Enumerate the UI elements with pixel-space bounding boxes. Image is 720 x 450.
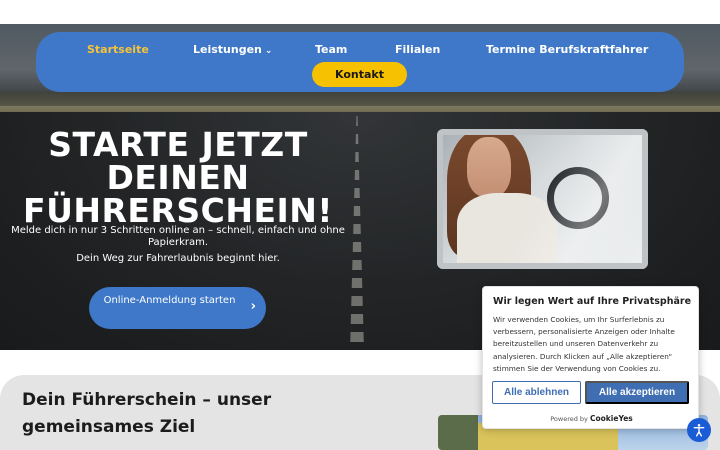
nav-item-termine-berufskraftfahrer[interactable]: Termine Berufskraftfahrer: [486, 43, 648, 56]
hero-subtitle: Melde dich in nur 3 Schritten online an …: [11, 225, 345, 248]
headline-line: FÜHRERSCHEIN!: [23, 191, 333, 230]
photo-roof: [438, 415, 478, 450]
chevron-down-icon: ⌄: [264, 46, 273, 56]
powered-prefix: Powered by: [550, 415, 588, 423]
hero-tagline: Dein Weg zur Fahrerlaubnis beginnt hier.: [76, 253, 280, 264]
cookie-title: Wir legen Wert auf Ihre Privatsphäre: [493, 296, 692, 307]
car-window-frame: [437, 129, 648, 269]
online-registration-button[interactable]: Online-Anmeldung starten ›: [89, 287, 266, 329]
cookie-consent-banner: Wir legen Wert auf Ihre Privatsphäre Wir…: [482, 286, 699, 429]
headline-line: STARTE JETZT: [48, 125, 308, 164]
nav-item-team[interactable]: Team: [315, 43, 347, 56]
hero-headline: STARTE JETZT DEINEN FÜHRERSCHEIN!: [8, 128, 348, 227]
hero-photo-driver: [437, 129, 648, 269]
accept-all-button[interactable]: Alle akzeptieren: [585, 381, 689, 404]
accessibility-icon: [693, 424, 705, 437]
nav-item-startseite[interactable]: Startseite: [87, 43, 149, 56]
cta-label: Online-Anmeldung starten: [103, 295, 236, 306]
cookieyes-logo: CookieYes: [590, 414, 633, 423]
nav-item-filialen[interactable]: Filialen: [395, 43, 440, 56]
contact-button[interactable]: Kontakt: [312, 62, 407, 87]
chevron-right-icon: ›: [250, 299, 256, 314]
main-navigation: Startseite Leistungen ⌄ Team Filialen Ter…: [36, 32, 684, 92]
nav-item-leistungen[interactable]: Leistungen ⌄: [193, 43, 272, 56]
powered-by: Powered by CookieYes: [483, 414, 700, 423]
section-title: Dein Führerschein – unser gemeinsames Zi…: [22, 390, 272, 437]
nav-item-label: Leistungen: [193, 43, 262, 56]
reject-all-button[interactable]: Alle ablehnen: [492, 381, 581, 404]
cookie-text: Wir verwenden Cookies, um Ihr Surferlebn…: [493, 315, 675, 373]
accessibility-button[interactable]: [687, 418, 711, 442]
headline-line: DEINEN: [106, 158, 250, 197]
top-strip: [0, 0, 720, 24]
